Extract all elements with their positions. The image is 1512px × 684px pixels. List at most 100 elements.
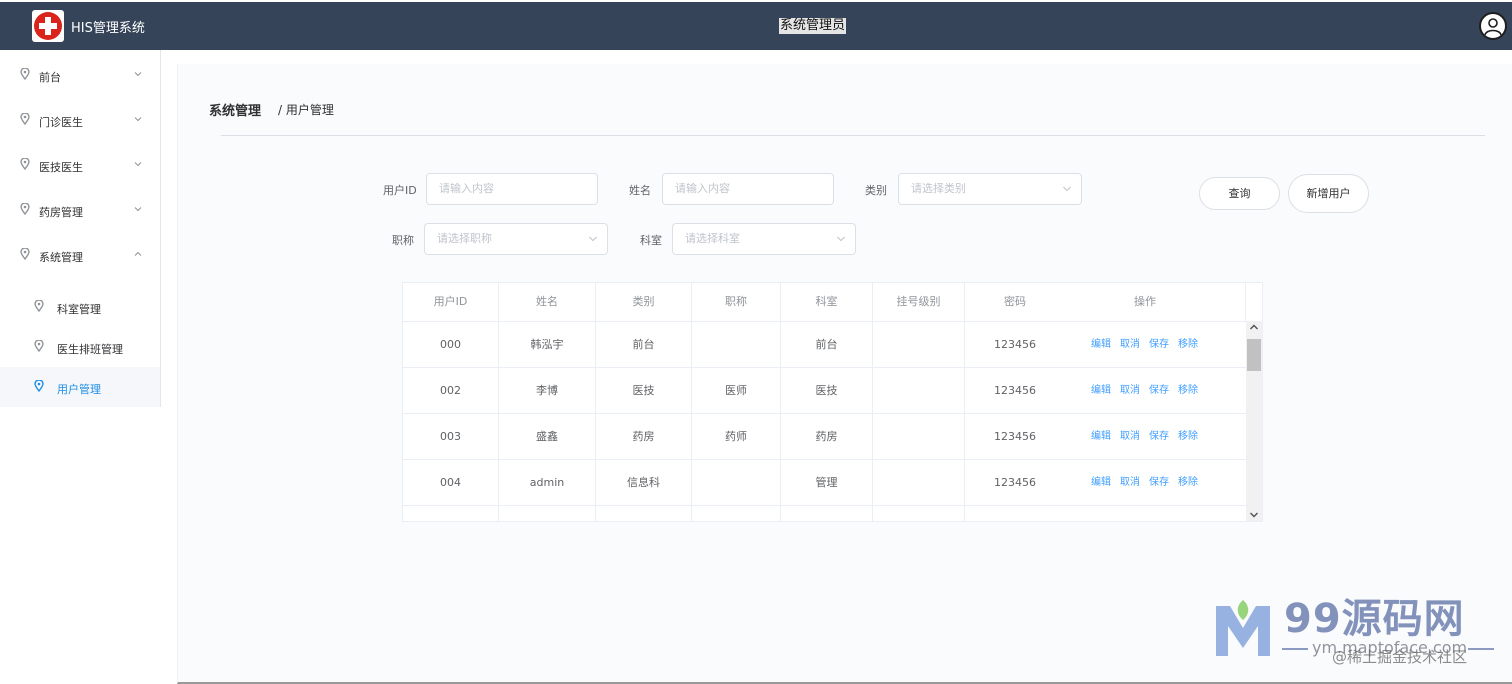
- location-pin-icon: [34, 380, 44, 392]
- user-role-title: 系统管理员: [779, 18, 847, 34]
- save-link[interactable]: 保存: [1149, 477, 1169, 488]
- cancel-link[interactable]: 取消: [1120, 339, 1140, 350]
- user-id-input[interactable]: 请输入内容: [426, 173, 598, 205]
- sidebar-item-frontdesk[interactable]: 前台: [0, 52, 160, 97]
- header-type: 类别: [632, 295, 655, 308]
- cell-title: 药师: [725, 430, 747, 443]
- cell-reg-level: [873, 322, 964, 367]
- chevron-down-icon: [1063, 186, 1071, 192]
- cell-type: 信息科: [627, 476, 660, 489]
- edit-link[interactable]: 编辑: [1091, 339, 1111, 350]
- add-user-button[interactable]: 新增用户: [1288, 174, 1369, 213]
- save-link[interactable]: 保存: [1149, 385, 1169, 396]
- cell-password: 123456: [994, 338, 1036, 351]
- table-row: 003 盛鑫 药房 药师 药房 123456 编辑 取消 保存 移除: [403, 413, 1246, 459]
- sidebar-subitem-label: 医生排班管理: [57, 343, 123, 356]
- cancel-link[interactable]: 取消: [1120, 431, 1140, 442]
- cell-dept: 管理: [815, 476, 838, 489]
- cell-dept: 药房: [815, 430, 838, 443]
- sidebar-item-pharmacy[interactable]: 药房管理: [0, 187, 160, 232]
- user-avatar-icon[interactable]: [1479, 12, 1507, 40]
- watermark-logo-icon: [1216, 600, 1270, 656]
- cancel-link[interactable]: 取消: [1120, 385, 1140, 396]
- chevron-down-icon: [134, 72, 142, 77]
- name-input[interactable]: 请输入内容: [662, 173, 834, 205]
- query-button[interactable]: 查询: [1199, 177, 1280, 210]
- scroll-up-icon[interactable]: [1249, 323, 1259, 331]
- scrollbar-thumb[interactable]: [1247, 339, 1261, 371]
- table-scrollbar[interactable]: [1246, 321, 1262, 521]
- remove-link[interactable]: 移除: [1178, 339, 1198, 350]
- location-pin-icon: [20, 68, 30, 80]
- cell-type: 药房: [632, 430, 655, 443]
- hospital-logo-icon: [32, 10, 64, 42]
- sidebar-subitem-schedule[interactable]: 医生排班管理: [0, 327, 160, 367]
- remove-link[interactable]: 移除: [1178, 477, 1198, 488]
- cancel-link[interactable]: 取消: [1120, 477, 1140, 488]
- dept-label: 科室: [640, 234, 662, 247]
- user-id-label: 用户ID: [383, 184, 417, 197]
- sidebar-item-label: 前台: [39, 71, 61, 84]
- table-row: 002 李博 医技 医师 医技 123456 编辑 取消 保存 移除: [403, 367, 1246, 413]
- chevron-down-icon: [837, 236, 845, 242]
- cell-password: 123456: [994, 384, 1036, 397]
- cell-user-id: 002: [440, 384, 461, 397]
- header-reg-level: 挂号级别: [896, 295, 941, 308]
- header-password: 密码: [1004, 295, 1026, 308]
- dept-select[interactable]: 请选择科室: [672, 223, 856, 255]
- type-select[interactable]: 请选择类别: [898, 173, 1082, 205]
- edit-link[interactable]: 编辑: [1091, 477, 1111, 488]
- save-link[interactable]: 保存: [1149, 339, 1169, 350]
- title-select[interactable]: 请选择职称: [424, 223, 608, 255]
- cell-reg-level: [873, 368, 964, 413]
- table-row: [403, 505, 1246, 521]
- watermark-brand: 99源码网: [1284, 596, 1465, 642]
- sidebar-subitem-users[interactable]: 用户管理: [0, 367, 160, 407]
- watermark-credit: @稀土掘金技术社区: [1332, 648, 1468, 666]
- chevron-down-icon: [589, 236, 597, 242]
- sidebar-item-medtech[interactable]: 医技医生: [0, 142, 160, 187]
- sidebar-item-system[interactable]: 系统管理: [0, 232, 160, 277]
- cell-user-id: 003: [440, 430, 461, 443]
- edit-link[interactable]: 编辑: [1091, 385, 1111, 396]
- title-select-placeholder: 请选择职称: [437, 232, 492, 245]
- header-name: 姓名: [536, 295, 558, 308]
- scroll-down-icon[interactable]: [1249, 511, 1259, 519]
- cell-name: 盛鑫: [536, 430, 558, 443]
- cell-name: 韩泓宇: [530, 338, 564, 351]
- save-link[interactable]: 保存: [1149, 431, 1169, 442]
- edit-link[interactable]: 编辑: [1091, 431, 1111, 442]
- sidebar-item-label: 门诊医生: [39, 116, 83, 129]
- cell-reg-level: [873, 414, 964, 459]
- chevron-up-icon: [134, 251, 142, 256]
- cell-password: 123456: [994, 476, 1036, 489]
- cell-type: 医技: [632, 384, 655, 397]
- location-pin-icon: [20, 113, 30, 125]
- header-user-id: 用户ID: [433, 295, 468, 308]
- cell-name: admin: [529, 476, 565, 489]
- col-divider: [1245, 283, 1246, 321]
- location-pin-icon: [20, 158, 30, 170]
- table-row: 000 韩泓宇 前台 前台 123456 编辑 取消 保存 移除: [403, 321, 1246, 367]
- header-actions: 操作: [1134, 295, 1156, 308]
- location-pin-icon: [34, 340, 44, 352]
- cell-title: [692, 322, 780, 367]
- header-title: 职称: [725, 295, 747, 308]
- app-title: HIS管理系统: [71, 21, 145, 36]
- location-pin-icon: [34, 300, 44, 312]
- dept-select-placeholder: 请选择科室: [685, 232, 740, 245]
- breadcrumb-parent[interactable]: 系统管理: [209, 100, 261, 119]
- divider: [221, 135, 1485, 136]
- cell-password: 123456: [994, 430, 1036, 443]
- sidebar-subitem-label: 用户管理: [57, 383, 101, 396]
- row-actions: 编辑 取消 保存 移除: [1091, 368, 1207, 413]
- location-pin-icon: [20, 203, 30, 215]
- cell-name: 李博: [536, 384, 558, 397]
- sidebar-subitem-dept[interactable]: 科室管理: [0, 287, 160, 327]
- location-pin-icon: [20, 248, 30, 260]
- cell-title: 医师: [725, 384, 747, 397]
- remove-link[interactable]: 移除: [1178, 431, 1198, 442]
- remove-link[interactable]: 移除: [1178, 385, 1198, 396]
- sidebar-item-outpatient[interactable]: 门诊医生: [0, 97, 160, 142]
- name-label: 姓名: [629, 184, 651, 197]
